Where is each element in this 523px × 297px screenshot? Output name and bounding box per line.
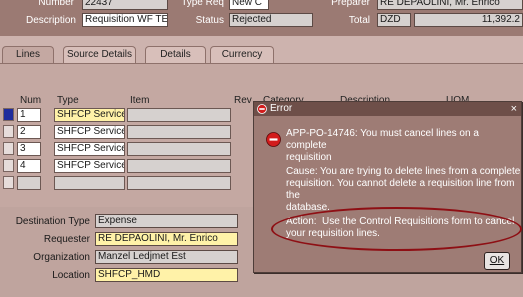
column-header-item: Item — [130, 95, 150, 106]
number-field[interactable]: 22437 — [82, 0, 168, 10]
line-item-cell[interactable] — [127, 142, 231, 156]
total-field[interactable]: 11,392.2 — [414, 13, 523, 27]
destination-type-field[interactable]: Expense — [95, 214, 238, 228]
location-field[interactable]: SHFCP_HMD — [95, 268, 238, 282]
row-selector[interactable] — [3, 108, 14, 121]
status-label: Status — [195, 15, 224, 26]
line-type-cell[interactable]: SHFCP Service — [54, 142, 125, 156]
column-header-rev: Rev — [234, 95, 252, 106]
line-item-cell[interactable] — [127, 108, 231, 122]
line-item-cell[interactable] — [127, 159, 231, 173]
line-num-cell[interactable] — [17, 176, 41, 190]
number-label: Number — [38, 0, 74, 8]
description-label: Description — [25, 15, 76, 26]
requester-field[interactable]: RE DEPAOLINI, Mr. Enrico — [95, 232, 238, 246]
tab-details[interactable]: Details — [145, 46, 206, 64]
row-selector[interactable] — [3, 125, 14, 138]
type-field[interactable]: New C — [229, 0, 269, 10]
status-field[interactable]: Rejected — [229, 13, 313, 27]
error-dialog: Error × APP-PO-14746: You must cancel li… — [253, 101, 522, 273]
organization-field[interactable]: Manzel Ledjmet Est — [95, 250, 238, 264]
line-num-cell[interactable]: 3 — [17, 142, 41, 156]
error-icon — [257, 104, 267, 114]
line-num-cell[interactable]: 4 — [17, 159, 41, 173]
row-selector[interactable] — [3, 176, 14, 189]
line-num-cell[interactable]: 2 — [17, 125, 41, 139]
column-header-num: Num — [20, 95, 42, 106]
line-item-cell[interactable] — [127, 176, 231, 190]
stop-icon — [266, 132, 281, 147]
line-type-cell[interactable]: SHFCP Service — [54, 108, 125, 122]
row-selector[interactable] — [3, 142, 14, 155]
row-selector[interactable] — [3, 159, 14, 172]
close-icon[interactable]: × — [511, 102, 517, 116]
highlight-ellipse — [271, 207, 522, 251]
destination-type-label: Destination Type — [15, 216, 90, 227]
dialog-titlebar[interactable]: Error × — [254, 102, 521, 116]
ok-button[interactable]: OK — [484, 252, 510, 270]
requester-label: Requester — [43, 234, 90, 245]
total-label: Total — [348, 15, 370, 26]
location-label: Location — [52, 270, 90, 281]
line-type-cell[interactable]: SHFCP Service — [54, 159, 125, 173]
tab-strip: Lines Source Details Details Currency — [0, 46, 523, 64]
column-header-type: Type — [57, 95, 79, 106]
line-type-cell[interactable] — [54, 176, 125, 190]
currency-field[interactable]: DZD — [377, 13, 411, 27]
line-type-cell[interactable]: SHFCP Service — [54, 125, 125, 139]
tab-source-details[interactable]: Source Details — [63, 46, 136, 64]
description-field[interactable]: Requisition WF TE — [82, 13, 168, 27]
tab-lines[interactable]: Lines — [2, 46, 54, 64]
error-message: APP-PO-14746: You must cancel lines on a… — [286, 128, 479, 163]
tab-currency[interactable]: Currency — [210, 46, 274, 64]
line-item-cell[interactable] — [127, 125, 231, 139]
preparer-label: Preparer — [331, 0, 370, 8]
preparer-field[interactable]: RE DEPAOLINI, Mr. Enrico — [377, 0, 523, 10]
line-num-cell[interactable]: 1 — [17, 108, 41, 122]
organization-label: Organization — [33, 252, 90, 263]
type-label: Type Req — [181, 0, 224, 8]
dialog-title: Error — [270, 103, 293, 114]
